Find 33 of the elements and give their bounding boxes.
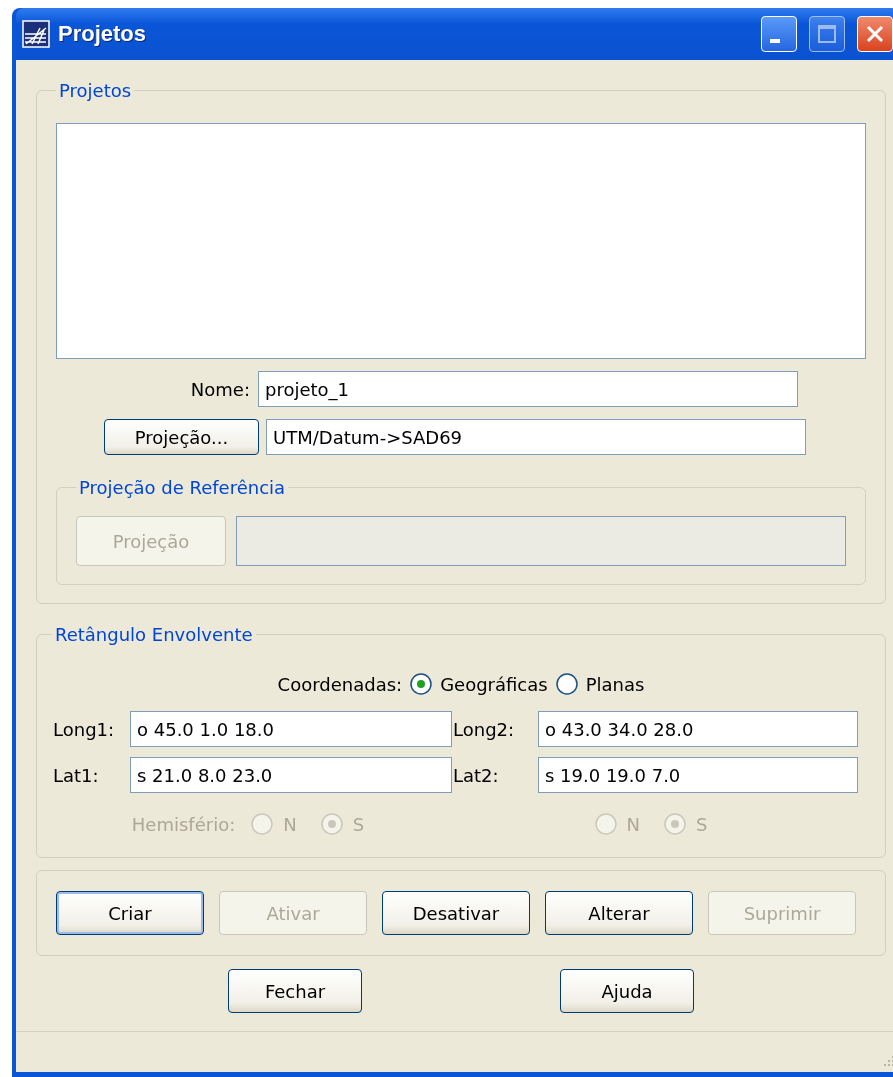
field-label: Long2:	[452, 718, 516, 740]
coordinates-label: Coordenadas:	[277, 673, 403, 695]
name-field[interactable]: projeto_1	[258, 371, 798, 407]
field-label: Nome:	[189, 378, 251, 400]
projection-button[interactable]: Projeção...	[104, 419, 259, 455]
projection-field[interactable]: UTM/Datum->SAD69	[266, 419, 806, 455]
maximize-icon	[815, 22, 839, 46]
field-label: Long1:	[52, 718, 116, 740]
radio-button[interactable]	[555, 673, 578, 695]
coordinate-field[interactable]: o 43.0 34.0 28.0	[538, 711, 858, 747]
group-title: Retângulo Envolvente	[54, 624, 254, 645]
option-label[interactable]: Planas	[585, 673, 645, 695]
grid-icon	[22, 20, 50, 48]
hemisphere-label: Hemisfério:	[131, 813, 236, 835]
window-title: Projetos	[58, 21, 148, 47]
field-label: Lat2:	[452, 764, 500, 786]
action-button[interactable]: Desativar	[382, 891, 530, 935]
dialog-button[interactable]: Fechar	[228, 969, 362, 1013]
action-button[interactable]: Alterar	[545, 891, 693, 935]
radio-button[interactable]	[410, 673, 433, 695]
group-title: Projeção de Referência	[78, 477, 287, 498]
dialog-button[interactable]: Ajuda	[560, 969, 694, 1013]
field-label: Lat1:	[52, 764, 100, 786]
coordinate-field[interactable]: s 19.0 19.0 7.0	[538, 757, 858, 793]
close-button[interactable]	[857, 16, 893, 52]
minimize-button[interactable]	[761, 16, 797, 52]
coordinate-field[interactable]: o 45.0 1.0 18.0	[130, 711, 452, 747]
coordinate-field[interactable]: s 21.0 8.0 23.0	[130, 757, 452, 793]
group-title: Projetos	[58, 80, 133, 101]
action-button[interactable]: Criar	[56, 891, 204, 935]
maximize-button[interactable]	[809, 16, 845, 52]
option-label[interactable]: Geográficas	[440, 673, 548, 695]
minimize-icon	[770, 39, 780, 43]
